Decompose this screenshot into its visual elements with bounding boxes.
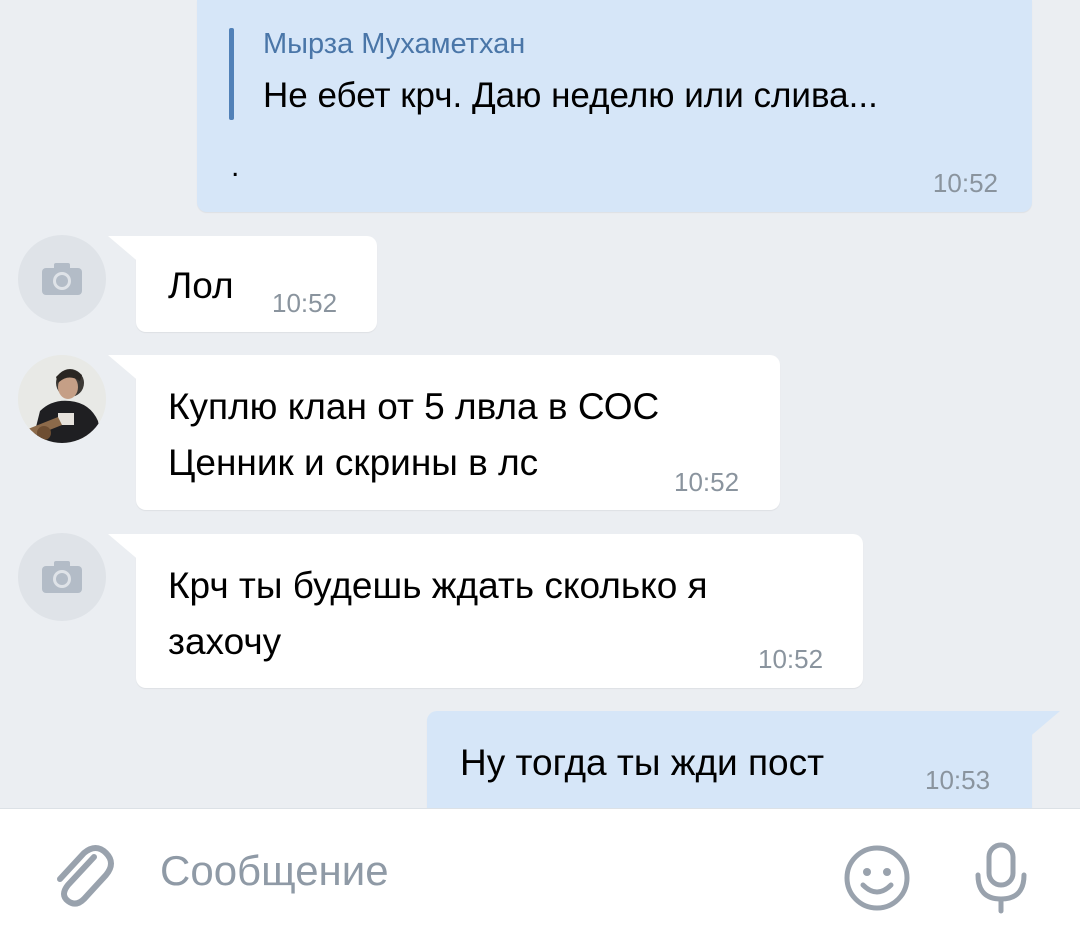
message-outgoing[interactable]: Ну тогда ты жди пост 10:53 bbox=[427, 711, 1060, 808]
voice-button[interactable] bbox=[970, 839, 1032, 917]
message-line: захочу bbox=[168, 621, 282, 662]
sender-avatar[interactable] bbox=[18, 235, 106, 323]
message-text: . bbox=[231, 150, 240, 183]
message-text: Лол bbox=[168, 265, 234, 306]
message-time: 10:52 bbox=[674, 467, 740, 497]
bubble-tail bbox=[1020, 711, 1060, 745]
message-time: 10:53 bbox=[925, 765, 991, 795]
bubble-tail bbox=[108, 534, 148, 568]
user-photo-image bbox=[18, 355, 106, 443]
paperclip-icon bbox=[57, 845, 114, 907]
message-line: Ценник и скрины в лс bbox=[168, 442, 539, 483]
message-time: 10:52 bbox=[758, 644, 824, 674]
message-line: Крч ты будешь ждать сколько я bbox=[168, 565, 708, 606]
microphone-icon bbox=[975, 842, 1027, 914]
reply-quote-bar bbox=[229, 28, 234, 120]
message-time: 10:52 bbox=[272, 288, 338, 318]
message-incoming[interactable]: Крч ты будешь ждать сколько я захочу 10:… bbox=[108, 534, 863, 688]
bubble-tail bbox=[108, 355, 148, 389]
emoji-button[interactable] bbox=[842, 843, 912, 913]
message-time: 10:52 bbox=[932, 168, 998, 198]
reply-text: Не ебет крч. Даю неделю или слива... bbox=[263, 76, 878, 115]
message-incoming[interactable]: Куплю клан от 5 лвла в СОС Ценник и скри… bbox=[108, 355, 780, 510]
message-input[interactable]: Сообщение bbox=[160, 847, 389, 895]
message-composer: Сообщение bbox=[0, 808, 1080, 941]
message-incoming[interactable]: Лол 10:52 bbox=[108, 236, 377, 332]
bubble-tail bbox=[108, 236, 148, 270]
chat-history[interactable]: Мырза Мухаметхан Не ебет крч. Даю неделю… bbox=[0, 0, 1080, 808]
camera-placeholder-icon bbox=[42, 561, 82, 593]
smiley-icon bbox=[844, 845, 910, 911]
user-photo[interactable] bbox=[18, 355, 106, 443]
message-text: Ну тогда ты жди пост bbox=[460, 742, 825, 783]
sender-avatar[interactable] bbox=[18, 533, 106, 621]
attach-button[interactable] bbox=[46, 837, 116, 913]
reply-author[interactable]: Мырза Мухаметхан bbox=[263, 28, 525, 61]
message-line: Куплю клан от 5 лвла в СОС bbox=[168, 386, 660, 427]
camera-placeholder-icon bbox=[42, 263, 82, 295]
message-outgoing-reply[interactable]: Мырза Мухаметхан Не ебет крч. Даю неделю… bbox=[197, 0, 1032, 212]
